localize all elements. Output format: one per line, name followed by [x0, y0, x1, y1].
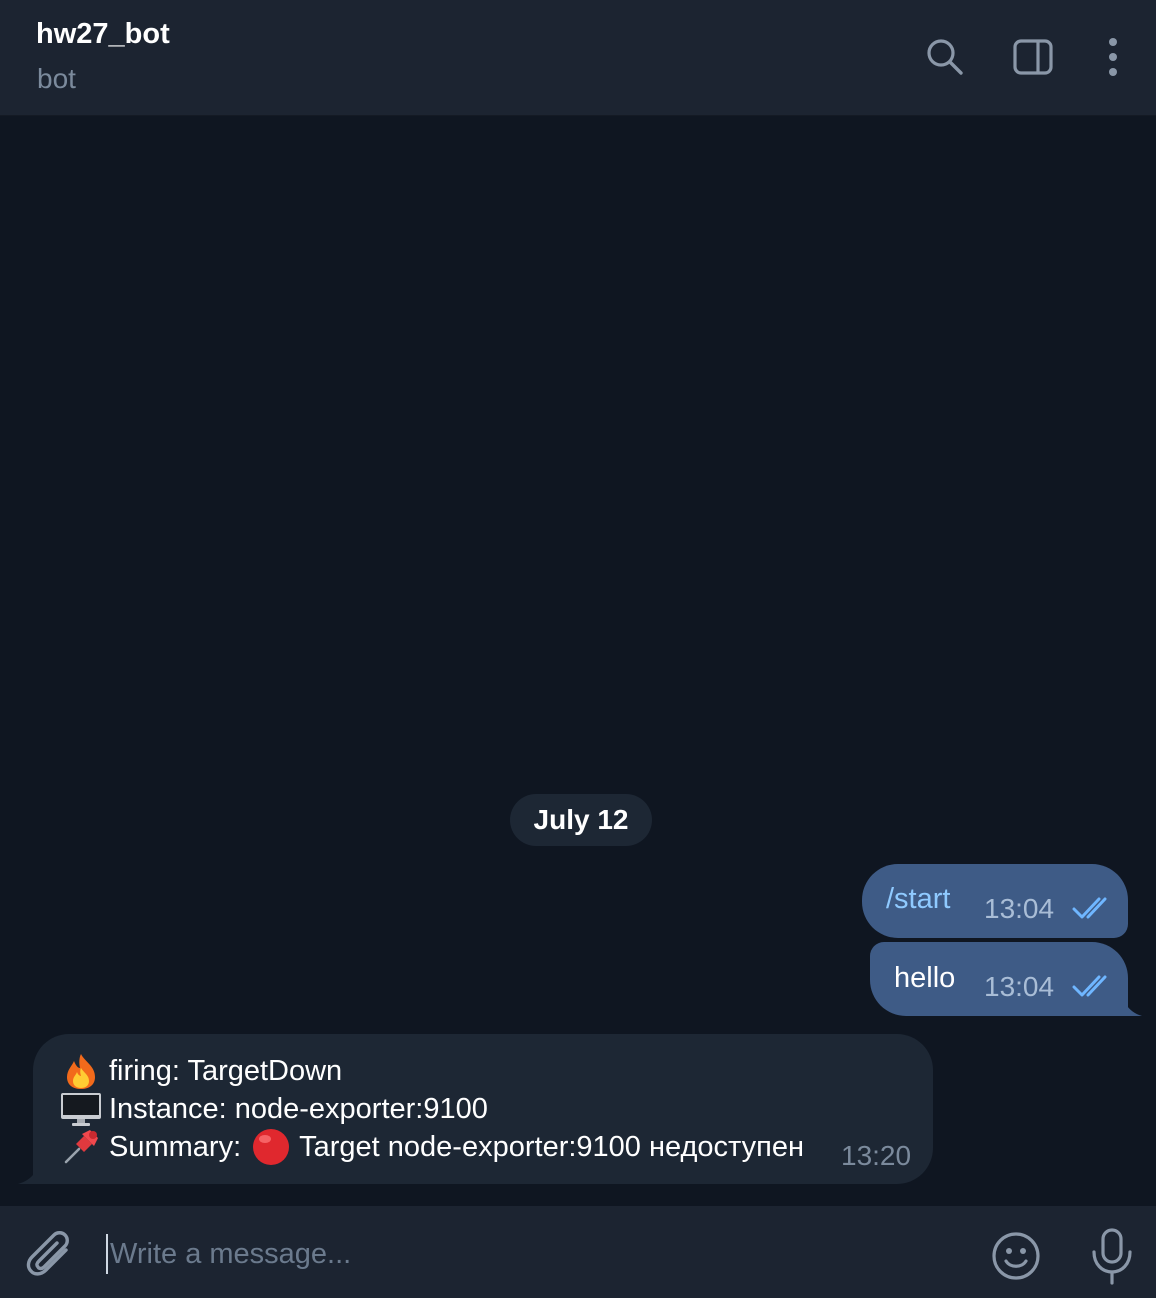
alert-line-firing: firing: TargetDown [59, 1052, 342, 1090]
message-time: 13:04 [984, 971, 1055, 1002]
message-time: 13:04 [984, 893, 1055, 924]
message-list[interactable]: July 12 /start 13:04 hello 13:04 firing:… [0, 117, 1156, 1206]
chat-header: hw27_bot bot [0, 0, 1156, 116]
voice-message-button[interactable] [1088, 1228, 1136, 1286]
red-circle-emoji [249, 1128, 293, 1166]
microphone-icon [1092, 1228, 1132, 1285]
search-icon [927, 39, 963, 75]
message-composer [0, 1206, 1156, 1298]
bot-command-link[interactable]: /start [886, 883, 950, 916]
more-vertical-icon [1109, 38, 1117, 76]
alert-title: firing: TargetDown [109, 1054, 343, 1087]
alert-line-summary: Summary: Target node-exporter:9100 недос… [59, 1128, 804, 1166]
message-time: 13:20 [841, 1140, 912, 1171]
telegram-chat-window: hw27_bot bot July 12 /start 13:04 hello … [0, 0, 1156, 1298]
fire-emoji [59, 1052, 103, 1090]
toggle-side-panel-button[interactable] [1006, 30, 1060, 84]
pushpin-emoji [59, 1128, 103, 1166]
outgoing-message[interactable]: /start 13:04 [862, 864, 1128, 938]
bubble-tail [1120, 980, 1142, 1016]
side-panel-icon [1013, 39, 1053, 75]
alert-instance: Instance: node-exporter:9100 [109, 1092, 488, 1125]
paperclip-icon [26, 1231, 69, 1276]
chat-subtitle: bot [37, 63, 76, 94]
message-input[interactable] [110, 1230, 950, 1278]
more-options-button[interactable] [1086, 30, 1140, 84]
desktop-computer-emoji [59, 1090, 103, 1128]
search-button[interactable] [918, 30, 972, 84]
emoji-button[interactable] [990, 1230, 1042, 1282]
smiley-icon [992, 1232, 1040, 1280]
attach-button[interactable] [26, 1228, 76, 1282]
message-text: hello [894, 962, 956, 994]
date-separator: July 12 [510, 794, 652, 846]
read-double-check-icon [1072, 897, 1107, 919]
read-double-check-icon [1072, 975, 1107, 997]
text-cursor [106, 1234, 108, 1274]
chat-title[interactable]: hw27_bot [36, 18, 170, 51]
summary-text: Target node-exporter:9100 недоступен [299, 1130, 804, 1163]
incoming-message[interactable]: firing: TargetDown Instance: node-export… [33, 1034, 933, 1184]
alert-line-instance: Instance: node-exporter:9100 [59, 1090, 488, 1128]
summary-label: Summary: [109, 1130, 242, 1163]
outgoing-message[interactable]: hello 13:04 [870, 942, 1128, 1016]
